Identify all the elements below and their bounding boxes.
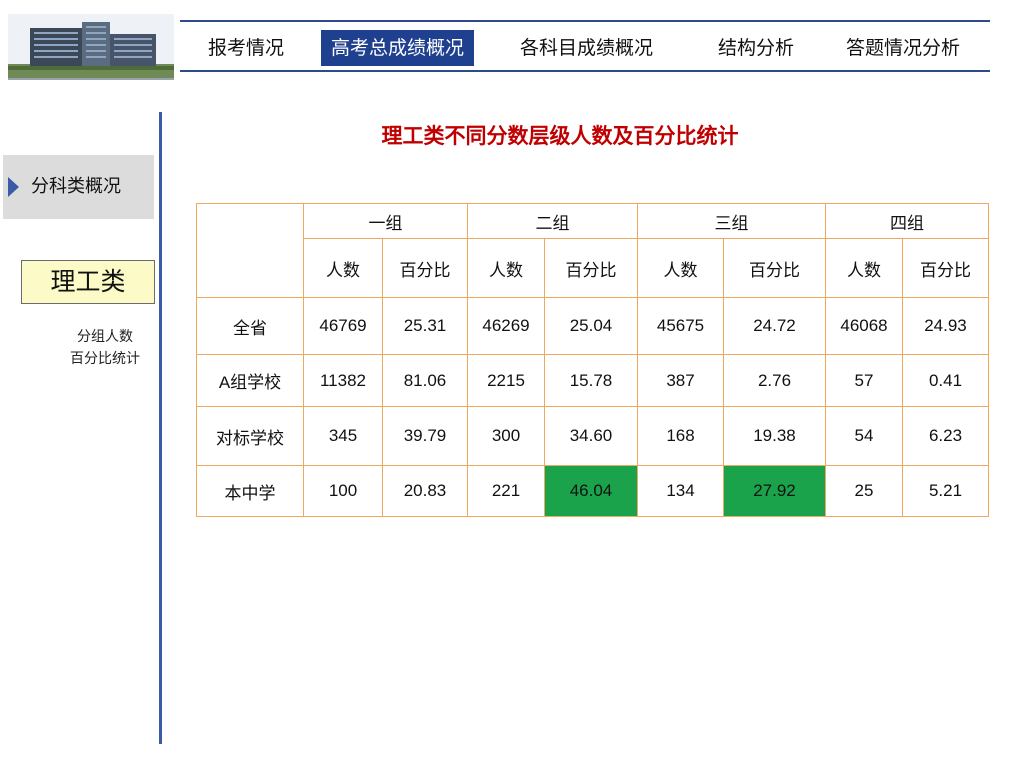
table-cell: 46068	[825, 297, 903, 355]
table-cell: 2.76	[723, 354, 826, 407]
table-cell: 20.83	[382, 465, 468, 517]
arrow-right-icon	[8, 177, 19, 197]
row-label: 对标学校	[196, 406, 304, 466]
row-label: 全省	[196, 297, 304, 355]
sidebar-tab-overview[interactable]: 分科类概况	[3, 155, 154, 219]
nav-tab-total-score[interactable]: 高考总成绩概况	[321, 30, 475, 66]
table-cell: 6.23	[902, 406, 989, 466]
table-cell: 46769	[303, 297, 383, 355]
table-cell: 24.72	[723, 297, 826, 355]
nav-tab-subject-score[interactable]: 各科目成绩概况	[520, 30, 653, 66]
table-subheader: 人数	[825, 238, 903, 298]
table-cell: 19.38	[723, 406, 826, 466]
table-subheader: 人数	[303, 238, 383, 298]
table-cell: 5.21	[902, 465, 989, 517]
table-cell-highlighted: 46.04	[544, 465, 638, 517]
table-cell: 134	[637, 465, 724, 517]
table-cell: 57	[825, 354, 903, 407]
table-row: A组学校 11382 81.06 2215 15.78 387 2.76 57 …	[196, 354, 989, 407]
table-cell: 34.60	[544, 406, 638, 466]
table-subheader: 百分比	[902, 238, 989, 298]
sidebar-note-line-1: 分组人数	[77, 329, 133, 345]
row-label: 本中学	[196, 465, 304, 517]
category-button[interactable]: 理工类	[21, 260, 155, 304]
table-cell: 25.31	[382, 297, 468, 355]
table-cell: 39.79	[382, 406, 468, 466]
nav-top-line	[180, 20, 990, 22]
sidebar-note-line-2: 百分比统计	[70, 351, 140, 367]
table-row: 本中学 100 20.83 221 46.04 134 27.92 25 5.2…	[196, 465, 989, 517]
table-subheader: 人数	[637, 238, 724, 298]
table-cell: 221	[467, 465, 545, 517]
table-cell: 300	[467, 406, 545, 466]
table-cell: 345	[303, 406, 383, 466]
nav-tab-answers[interactable]: 答题情况分析	[846, 30, 960, 66]
table-subheader: 人数	[467, 238, 545, 298]
table-row: 全省 46769 25.31 46269 25.04 45675 24.72 4…	[196, 297, 989, 355]
score-table: 一组 二组 三组 四组 人数 百分比 人数 百分比 人数 百分比 人数 百分比 …	[196, 203, 989, 517]
table-cell: 15.78	[544, 354, 638, 407]
table-cell: 25	[825, 465, 903, 517]
nav-tab-structure[interactable]: 结构分析	[718, 30, 794, 66]
table-cell: 54	[825, 406, 903, 466]
table-group-header-row: 一组 二组 三组 四组	[196, 203, 989, 298]
logo-image	[8, 14, 174, 80]
table-cell: 387	[637, 354, 724, 407]
table-subheader-row: 人数 百分比 人数 百分比 人数 百分比 人数 百分比	[197, 238, 989, 298]
table-cell: 81.06	[382, 354, 468, 407]
table-subheader: 百分比	[544, 238, 638, 298]
table-cell: 0.41	[902, 354, 989, 407]
table-cell: 100	[303, 465, 383, 517]
table-group-header: 二组	[467, 203, 638, 239]
table-group-header: 四组	[825, 203, 989, 239]
table-subheader: 百分比	[382, 238, 468, 298]
table-cell: 11382	[303, 354, 383, 407]
table-group-header: 三组	[637, 203, 826, 239]
table-group-header: 一组	[303, 203, 468, 239]
sidebar-tab-label: 分科类概况	[31, 176, 121, 197]
nav-tab-registration[interactable]: 报考情况	[208, 30, 284, 66]
table-cell: 168	[637, 406, 724, 466]
table-subheader: 百分比	[723, 238, 826, 298]
table-corner-cell	[196, 203, 304, 298]
table-cell: 24.93	[902, 297, 989, 355]
table-cell: 46269	[467, 297, 545, 355]
table-cell: 2215	[467, 354, 545, 407]
nav-bottom-line	[180, 70, 990, 72]
table-cell: 25.04	[544, 297, 638, 355]
page-title: 理工类不同分数层级人数及百分比统计	[381, 124, 739, 148]
table-row: 对标学校 345 39.79 300 34.60 168 19.38 54 6.…	[196, 406, 989, 466]
sidebar-divider	[159, 112, 162, 744]
table-cell-highlighted: 27.92	[723, 465, 826, 517]
table-cell: 45675	[637, 297, 724, 355]
row-label: A组学校	[196, 354, 304, 407]
